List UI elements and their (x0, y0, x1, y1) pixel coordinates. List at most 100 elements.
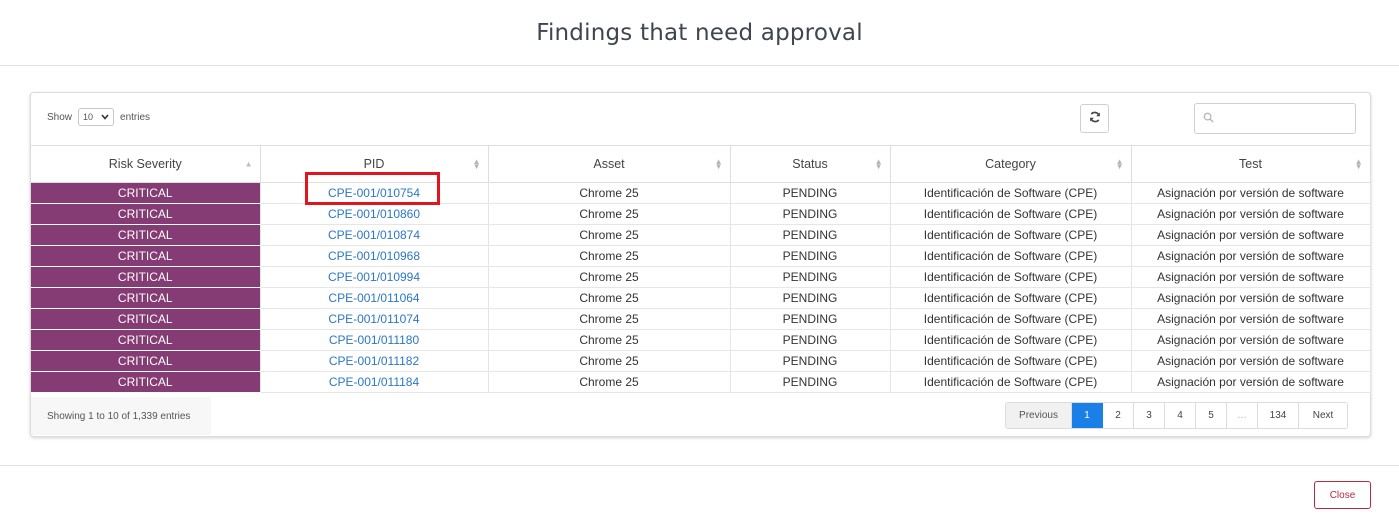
severity-cell: CRITICAL (31, 224, 261, 246)
pid-cell: CPE-001/010754 (260, 182, 489, 204)
test-cell: Asignación por versión de software (1131, 245, 1371, 267)
pagination-page-1[interactable]: 1 (1072, 403, 1103, 428)
category-cell: Identificación de Software (CPE) (890, 203, 1132, 225)
test-cell: Asignación por versión de software (1131, 203, 1371, 225)
table-row: CRITICAL CPE-001/011064 Chrome 25 PENDIN… (31, 287, 1371, 309)
column-header-status[interactable]: Status ▲ ▼ (730, 145, 891, 183)
page-length-value: 10 (83, 112, 94, 122)
asset-cell: Chrome 25 (488, 308, 731, 330)
pid-link[interactable]: CPE-001/010874 (328, 228, 420, 242)
category-cell: Identificación de Software (CPE) (890, 182, 1132, 204)
table-row: CRITICAL CPE-001/011180 Chrome 25 PENDIN… (31, 329, 1371, 351)
column-header-label: Status (792, 157, 828, 171)
page-length-control: Show 10 entries (47, 107, 150, 127)
status-cell: PENDING (730, 182, 891, 204)
table-row: CRITICAL CPE-001/010874 Chrome 25 PENDIN… (31, 224, 1371, 246)
page-length-select[interactable]: 10 (78, 108, 115, 126)
table-row: CRITICAL CPE-001/011184 Chrome 25 PENDIN… (31, 371, 1371, 393)
pid-cell: CPE-001/011184 (260, 371, 489, 393)
asset-cell: Chrome 25 (488, 350, 731, 372)
pid-link[interactable]: CPE-001/010754 (328, 186, 420, 200)
pagination-page-2[interactable]: 2 (1103, 403, 1134, 428)
pagination-page-3[interactable]: 3 (1134, 403, 1165, 428)
asset-cell: Chrome 25 (488, 182, 731, 204)
pid-link[interactable]: CPE-001/011074 (328, 312, 419, 326)
pid-cell: CPE-001/010994 (260, 266, 489, 288)
asset-cell: Chrome 25 (488, 245, 731, 267)
pagination-page-last[interactable]: 134 (1258, 403, 1299, 428)
sort-icon: ▲ ▼ (1354, 157, 1363, 171)
category-cell: Identificación de Software (CPE) (890, 266, 1132, 288)
table-row: CRITICAL CPE-001/010860 Chrome 25 PENDIN… (31, 203, 1371, 225)
status-cell: PENDING (730, 287, 891, 309)
asset-cell: Chrome 25 (488, 224, 731, 246)
pid-link[interactable]: CPE-001/011182 (329, 354, 419, 368)
severity-cell: CRITICAL (31, 203, 261, 225)
column-header-category[interactable]: Category ▲ ▼ (890, 145, 1132, 183)
column-header-label: PID (363, 157, 385, 171)
column-header-label: Category (985, 157, 1036, 171)
severity-cell: CRITICAL (31, 329, 261, 351)
test-cell: Asignación por versión de software (1131, 308, 1371, 330)
pid-cell: CPE-001/011064 (260, 287, 489, 309)
pagination-previous-button[interactable]: Previous (1006, 403, 1072, 428)
pid-link[interactable]: CPE-001/010968 (328, 249, 420, 263)
pid-cell: CPE-001/011180 (260, 329, 489, 351)
close-button[interactable]: Close (1314, 481, 1371, 509)
category-cell: Identificación de Software (CPE) (890, 308, 1132, 330)
column-header-label: Risk Severity (108, 157, 182, 171)
column-header-asset[interactable]: Asset ▲ ▼ (488, 145, 731, 183)
pid-cell: CPE-001/010874 (260, 224, 489, 246)
search-input[interactable] (1220, 110, 1344, 127)
pid-link[interactable]: CPE-001/010860 (328, 207, 420, 221)
table-row: CRITICAL CPE-001/010754 Chrome 25 PENDIN… (31, 182, 1371, 204)
pid-link[interactable]: CPE-001/011064 (328, 291, 419, 305)
severity-cell: CRITICAL (31, 350, 261, 372)
category-cell: Identificación de Software (CPE) (890, 245, 1132, 267)
column-header-risk-severity[interactable]: Risk Severity ▲ (31, 145, 261, 183)
test-cell: Asignación por versión de software (1131, 287, 1371, 309)
asset-cell: Chrome 25 (488, 329, 731, 351)
pid-link[interactable]: CPE-001/010994 (328, 270, 420, 284)
test-cell: Asignación por versión de software (1131, 224, 1371, 246)
asset-cell: Chrome 25 (488, 287, 731, 309)
table-header-row: Risk Severity ▲ PID ▲ ▼ Asset ▲ ▼ Status ▲… (31, 145, 1371, 183)
pagination: Previous 1 2 3 4 5 … 134 Next (1005, 402, 1348, 429)
column-header-pid[interactable]: PID ▲ ▼ (260, 145, 489, 183)
refresh-icon (1089, 110, 1101, 128)
table-row: CRITICAL CPE-001/011182 Chrome 25 PENDIN… (31, 350, 1371, 372)
pid-cell: CPE-001/011182 (260, 350, 489, 372)
category-cell: Identificación de Software (CPE) (890, 371, 1132, 393)
pagination-next-button[interactable]: Next (1299, 403, 1347, 428)
findings-approval-modal: Findings that need approval Show 10 entr… (0, 0, 1399, 521)
table-row: CRITICAL CPE-001/011074 Chrome 25 PENDIN… (31, 308, 1371, 330)
status-cell: PENDING (730, 371, 891, 393)
refresh-button[interactable] (1080, 104, 1109, 133)
search-icon (1203, 110, 1214, 128)
column-header-label: Test (1239, 157, 1262, 171)
column-header-test[interactable]: Test ▲ ▼ (1131, 145, 1371, 183)
pid-cell: CPE-001/010860 (260, 203, 489, 225)
pid-link[interactable]: CPE-001/011184 (329, 375, 419, 389)
table-row: CRITICAL CPE-001/010968 Chrome 25 PENDIN… (31, 245, 1371, 267)
pagination-ellipsis: … (1227, 403, 1258, 428)
pid-link[interactable]: CPE-001/011180 (329, 333, 419, 347)
pid-cell: CPE-001/010968 (260, 245, 489, 267)
asset-cell: Chrome 25 (488, 371, 731, 393)
status-cell: PENDING (730, 203, 891, 225)
sort-icon: ▲ ▼ (874, 157, 883, 171)
findings-table-card: Show 10 entries Risk Severity ▲ PID ▲ ▼ … (30, 92, 1371, 437)
severity-cell: CRITICAL (31, 182, 261, 204)
test-cell: Asignación por versión de software (1131, 266, 1371, 288)
findings-table: Risk Severity ▲ PID ▲ ▼ Asset ▲ ▼ Status ▲… (31, 145, 1371, 393)
category-cell: Identificación de Software (CPE) (890, 224, 1132, 246)
severity-cell: CRITICAL (31, 371, 261, 393)
status-cell: PENDING (730, 224, 891, 246)
modal-title: Findings that need approval (536, 19, 863, 46)
severity-cell: CRITICAL (31, 266, 261, 288)
severity-cell: CRITICAL (31, 308, 261, 330)
pagination-page-4[interactable]: 4 (1165, 403, 1196, 428)
test-cell: Asignación por versión de software (1131, 350, 1371, 372)
pagination-page-5[interactable]: 5 (1196, 403, 1227, 428)
status-cell: PENDING (730, 308, 891, 330)
